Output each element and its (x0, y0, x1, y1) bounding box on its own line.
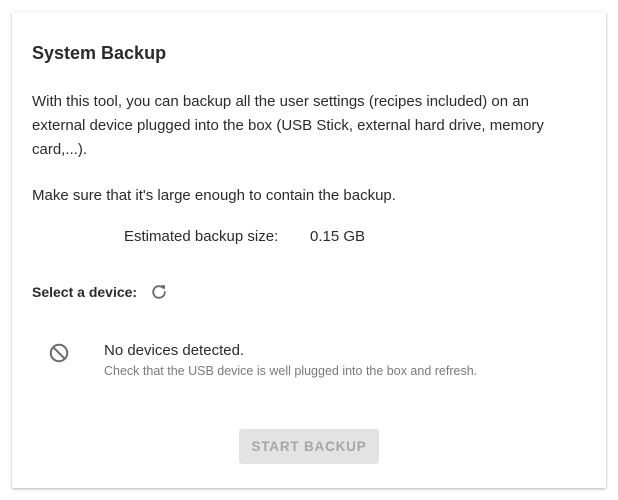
page-title: System Backup (32, 43, 167, 63)
estimated-size-label: Estimated backup size: (124, 228, 279, 245)
start-backup-button[interactable]: START BACKUP (239, 429, 379, 464)
backup-card: System Backup With this tool, you can ba… (12, 12, 606, 488)
refresh-icon[interactable] (149, 282, 169, 302)
no-devices-message: No devices detected. Check that the USB … (48, 340, 477, 380)
select-device-label: Select a device: (32, 284, 138, 300)
description-text: With this tool, you can backup all the u… (32, 93, 544, 158)
no-devices-text: No devices detected. Check that the USB … (104, 340, 477, 380)
block-icon (48, 342, 70, 364)
no-devices-title: No devices detected. (104, 342, 245, 359)
select-device-row: Select a device: (32, 282, 169, 302)
estimated-size-row: Estimated backup size: 0.15 GB (124, 225, 365, 249)
no-devices-hint: Check that the USB device is well plugge… (104, 364, 478, 378)
size-warning-text: Make sure that it's large enough to cont… (32, 187, 396, 204)
estimated-size-value: 0.15 GB (310, 228, 366, 245)
